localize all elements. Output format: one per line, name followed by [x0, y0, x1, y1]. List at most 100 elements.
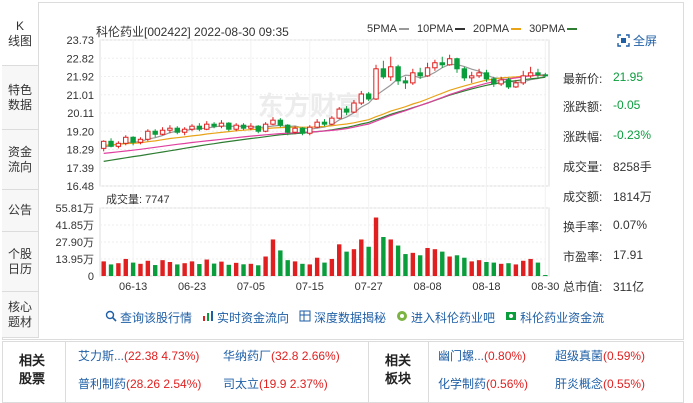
- volume-bar: [535, 262, 541, 276]
- candle-body: [218, 122, 225, 127]
- candle-body: [505, 79, 512, 88]
- candle: [233, 123, 239, 132]
- candle: [395, 64, 401, 85]
- candle: [145, 129, 151, 142]
- related-quote: (0.80%): [484, 349, 527, 363]
- related-name-link[interactable]: 华纳药厂: [223, 349, 271, 363]
- candle-body: [204, 123, 210, 130]
- volume-bar: [270, 239, 276, 276]
- candle-body: [351, 102, 357, 113]
- candle-body: [358, 93, 365, 104]
- forum-icon: [396, 310, 408, 325]
- stat-label: 涨跌幅:: [563, 130, 603, 144]
- volume-bar: [101, 261, 106, 276]
- price-tick-label: 16.48: [66, 181, 94, 193]
- candle-body: [100, 140, 107, 149]
- volume-bar: [256, 265, 261, 276]
- volume-bar: [373, 217, 379, 276]
- volume-bar: [108, 264, 114, 276]
- money-icon: [505, 310, 517, 325]
- volume-bar: [204, 259, 209, 276]
- candle: [461, 66, 468, 81]
- candle-body: [152, 130, 158, 135]
- stat-row: 最新价: 21.95: [563, 70, 683, 87]
- related-item: 肝炎概念(0.55%): [555, 375, 645, 392]
- tool-label: 深度数据揭秘: [314, 311, 387, 325]
- volume-bar: [322, 262, 327, 276]
- volume-bar: [403, 254, 408, 276]
- volume-bar: [425, 247, 430, 276]
- stat-row: 总市值: 311亿: [563, 278, 683, 295]
- divider: [65, 342, 66, 402]
- tool-link-2[interactable]: 深度数据揭秘: [299, 309, 386, 326]
- volume-bar: [300, 263, 305, 276]
- stat-row: 市盈率: 17.91: [563, 248, 683, 265]
- related-name-link[interactable]: 化学制药: [438, 377, 486, 391]
- stat-label: 换手率:: [563, 220, 603, 234]
- volume-bar: [211, 263, 217, 276]
- price-tick-label: 21.92: [66, 72, 94, 84]
- volume-bar: [506, 263, 511, 276]
- volume-bar: [307, 264, 312, 276]
- candle-body: [115, 142, 122, 147]
- volume-bar: [381, 237, 386, 276]
- candle-body: [410, 72, 416, 84]
- stat-row: 涨跌幅: -0.23%: [563, 128, 683, 145]
- candle-body: [307, 126, 313, 134]
- stat-row: 成交额: 1814万: [563, 188, 683, 205]
- candle-body: [491, 78, 497, 85]
- related-sectors-header: 相关 板块: [384, 353, 411, 386]
- candle-body: [226, 122, 232, 130]
- stat-value: 0.07%: [613, 218, 648, 232]
- date-tick-label: 07-05: [237, 281, 265, 293]
- related-name-link[interactable]: 普利制药: [78, 377, 126, 391]
- divider: [428, 342, 429, 402]
- candle: [505, 77, 512, 89]
- date-tick-label: 08-18: [472, 281, 500, 293]
- volume-bar: [130, 262, 136, 276]
- related-item: 幽门螺...(0.80%): [438, 347, 526, 364]
- candle-body: [137, 138, 144, 143]
- candle-body: [365, 93, 372, 100]
- related-name-link[interactable]: 艾力斯...: [78, 349, 124, 363]
- stat-label: 最新价:: [563, 72, 603, 86]
- tool-link-3[interactable]: 进入科伦药业吧: [396, 309, 495, 326]
- volume-bar: [241, 264, 246, 276]
- related-item: 超级真菌(0.59%): [555, 347, 645, 364]
- candle-body: [145, 130, 151, 140]
- bar-chart-icon: [202, 310, 214, 325]
- volume-tick-label: 55.81万: [55, 203, 94, 215]
- related-name-link[interactable]: 司太立: [223, 377, 259, 391]
- stat-label: 成交额:: [563, 190, 603, 204]
- related-quote: (19.9 2.37%): [259, 377, 328, 391]
- volume-bar: [138, 263, 143, 276]
- candle-body: [373, 68, 379, 100]
- related-name-link[interactable]: 肝炎概念: [555, 377, 603, 391]
- tool-link-4[interactable]: 科伦药业资金流: [505, 309, 604, 326]
- stat-value: -0.05: [613, 98, 641, 112]
- related-item: 华纳药厂(32.8 2.66%): [223, 347, 340, 364]
- volume-bar: [329, 258, 335, 276]
- candle-body: [174, 127, 180, 133]
- related-name-link[interactable]: 幽门螺...: [438, 349, 484, 363]
- search-icon: [105, 310, 117, 325]
- volume-title: 成交量: 7747: [106, 192, 170, 206]
- volume-bar: [219, 261, 224, 276]
- candle-body: [535, 72, 541, 76]
- volume-bar: [491, 262, 497, 276]
- candle: [299, 127, 306, 136]
- volume-bar: [366, 246, 371, 276]
- volume-bar: [278, 250, 283, 276]
- candle-body: [240, 124, 247, 129]
- tool-link-1[interactable]: 实时资金流向: [202, 309, 289, 326]
- candle: [262, 122, 269, 133]
- related-name-link[interactable]: 超级真菌: [555, 349, 603, 363]
- candle-body: [270, 119, 276, 125]
- candle-body: [336, 108, 342, 119]
- volume-bar: [498, 263, 504, 276]
- volume-bar: [543, 275, 548, 277]
- candle: [542, 72, 549, 77]
- candle-body: [542, 74, 549, 77]
- tool-link-0[interactable]: 查询该股行情: [105, 309, 192, 326]
- date-tick-label: 07-15: [296, 281, 324, 293]
